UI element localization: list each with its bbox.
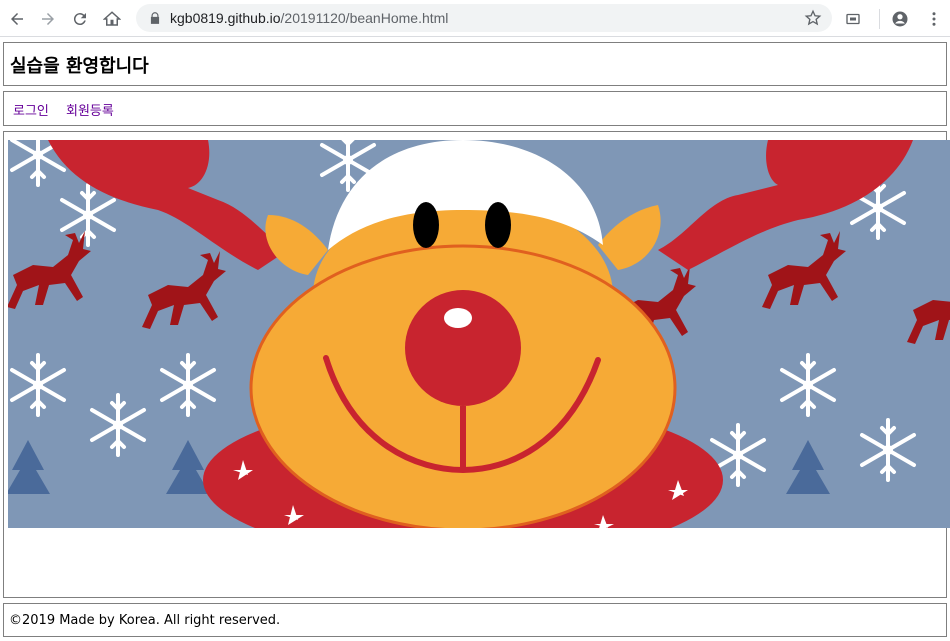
- lock-icon: [150, 12, 160, 24]
- content-section: [3, 131, 950, 598]
- signup-link[interactable]: 회원등록: [66, 100, 114, 119]
- url-path: /20191120/beanHome.html: [280, 10, 449, 26]
- url-text: kgb0819.github.io/20191120/beanHome.html: [170, 10, 448, 26]
- bookmark-star-icon[interactable]: [804, 9, 822, 27]
- home-icon[interactable]: [100, 7, 124, 31]
- header-section: 실습을 환영합니다: [3, 42, 947, 86]
- toolbar-divider: [879, 8, 880, 29]
- page-title: 실습을 환영합니다: [10, 56, 149, 77]
- reindeer-banner-image: [8, 140, 950, 528]
- footer-copyright: ©2019 Made by Korea. All right reserved.: [9, 613, 281, 628]
- reload-icon[interactable]: [68, 7, 92, 31]
- footer-section: ©2019 Made by Korea. All right reserved.: [3, 603, 947, 637]
- url-host: kgb0819.github.io: [170, 10, 281, 26]
- nav-section: 로그인 회원등록: [3, 91, 947, 126]
- cast-icon[interactable]: [841, 7, 865, 31]
- address-bar[interactable]: kgb0819.github.io/20191120/beanHome.html: [136, 4, 832, 32]
- back-icon[interactable]: [5, 7, 29, 31]
- forward-icon[interactable]: [36, 7, 60, 31]
- browser-toolbar: kgb0819.github.io/20191120/beanHome.html: [0, 0, 950, 37]
- menu-kebab-icon[interactable]: [922, 7, 946, 31]
- account-icon[interactable]: [888, 7, 912, 31]
- login-link[interactable]: 로그인: [13, 100, 49, 119]
